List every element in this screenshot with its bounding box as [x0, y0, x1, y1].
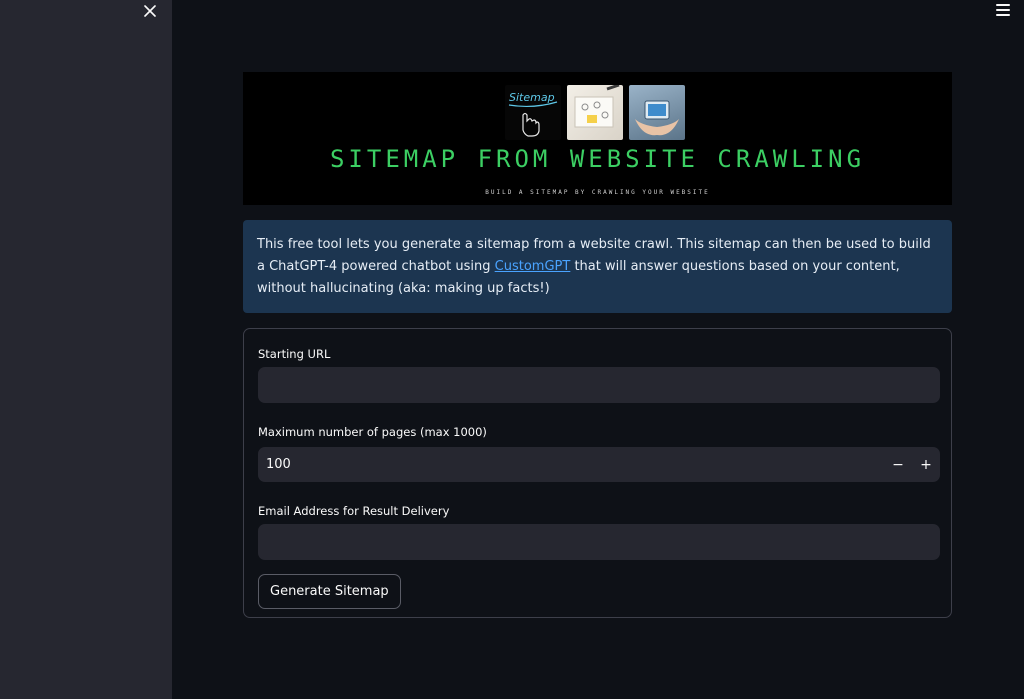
banner-images: Sitemap — [505, 85, 685, 140]
banner-subtitle: BUILD A SITEMAP BY CRAWLING YOUR WEBSITE — [485, 189, 710, 196]
max-pages-label: Maximum number of pages (max 1000) — [258, 425, 487, 439]
decrement-button[interactable]: − — [884, 447, 912, 482]
email-label: Email Address for Result Delivery — [258, 504, 450, 518]
close-icon[interactable] — [141, 2, 159, 20]
sitemap-form: Starting URL Maximum number of pages (ma… — [243, 328, 952, 618]
generate-sitemap-button[interactable]: Generate Sitemap — [258, 574, 401, 609]
max-pages-stepper[interactable]: 100 − + — [258, 447, 940, 482]
paper-planning-image — [567, 85, 623, 140]
image-caption-text: Sitemap — [509, 91, 555, 104]
starting-url-input[interactable] — [258, 367, 940, 403]
starting-url-label: Starting URL — [258, 347, 331, 361]
customgpt-link[interactable]: CustomGPT — [495, 259, 571, 274]
app-content: Sitemap SITEMAP FROM WEBSITE CRAWLING BU… — [243, 72, 952, 618]
main-area: Sitemap SITEMAP FROM WEBSITE CRAWLING BU… — [172, 0, 1024, 699]
sitemap-hand-image: Sitemap — [505, 85, 561, 140]
max-pages-value[interactable]: 100 — [258, 457, 884, 472]
header-banner: Sitemap SITEMAP FROM WEBSITE CRAWLING BU… — [243, 72, 952, 205]
hamburger-menu-icon[interactable] — [994, 2, 1012, 18]
sidebar — [0, 0, 172, 699]
increment-button[interactable]: + — [912, 447, 940, 482]
banner-title: SITEMAP FROM WEBSITE CRAWLING — [329, 145, 866, 173]
info-box: This free tool lets you generate a sitem… — [243, 220, 952, 313]
email-input[interactable] — [258, 524, 940, 560]
hands-tablet-image — [629, 85, 685, 140]
